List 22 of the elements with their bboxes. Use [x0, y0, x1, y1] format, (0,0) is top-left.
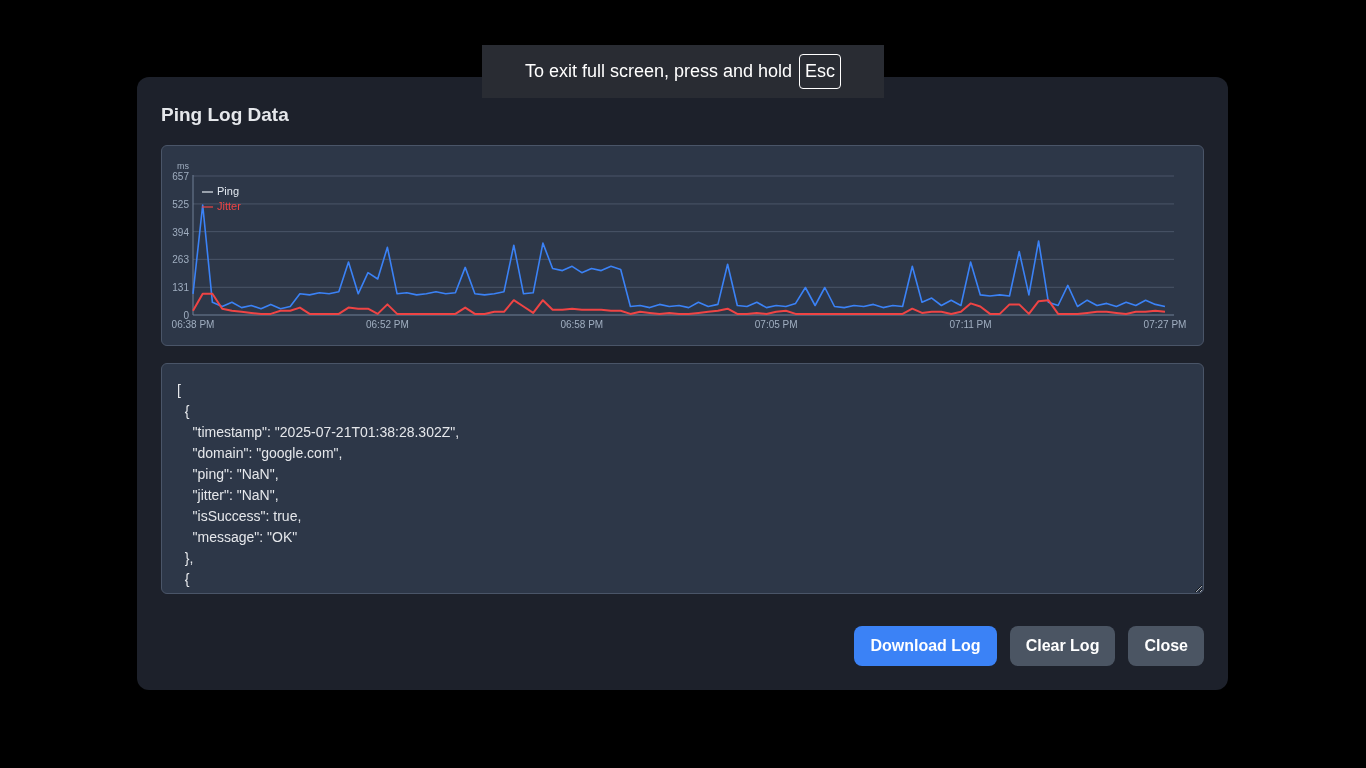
x-tick-label: 06:38 PM [171, 319, 215, 330]
y-tick-label: 0 [183, 310, 189, 321]
y-tick-label: 263 [172, 254, 189, 266]
x-tick-label: 06:52 PM [366, 319, 409, 330]
y-tick-label: 657 [172, 171, 189, 182]
esc-key: Esc [799, 54, 842, 89]
dialog-title: Ping Log Data [161, 103, 290, 127]
x-tick-label: 07:27 PM [1143, 319, 1187, 330]
y-tick-label: 525 [172, 198, 189, 210]
dialog-button[interactable]: Clear Log [1009, 626, 1116, 666]
x-tick-label: 07:05 PM [754, 319, 798, 330]
log-text-field[interactable]: [ { "timestamp": "2025-07-21T01:38:28.302Z", "domain": "google.com", "ping": "NaN", "jitter": "NaN", "isSuccess": true, "message": "OK" }, { [161, 363, 1204, 594]
legend-label: Ping [217, 185, 240, 197]
dialog-button[interactable]: Download Log [854, 626, 997, 666]
dialog-button[interactable]: Close [1128, 626, 1204, 666]
y-axis-label: ms [177, 161, 189, 171]
y-tick-label: 394 [172, 226, 189, 238]
legend-label: Jitter [217, 200, 241, 212]
y-tick-label: 131 [172, 282, 189, 294]
x-tick-label: 07:11 PM [949, 319, 992, 330]
notice-text: To exit full screen, press and hold [524, 60, 793, 83]
x-tick-label: 06:58 PM [560, 319, 604, 330]
